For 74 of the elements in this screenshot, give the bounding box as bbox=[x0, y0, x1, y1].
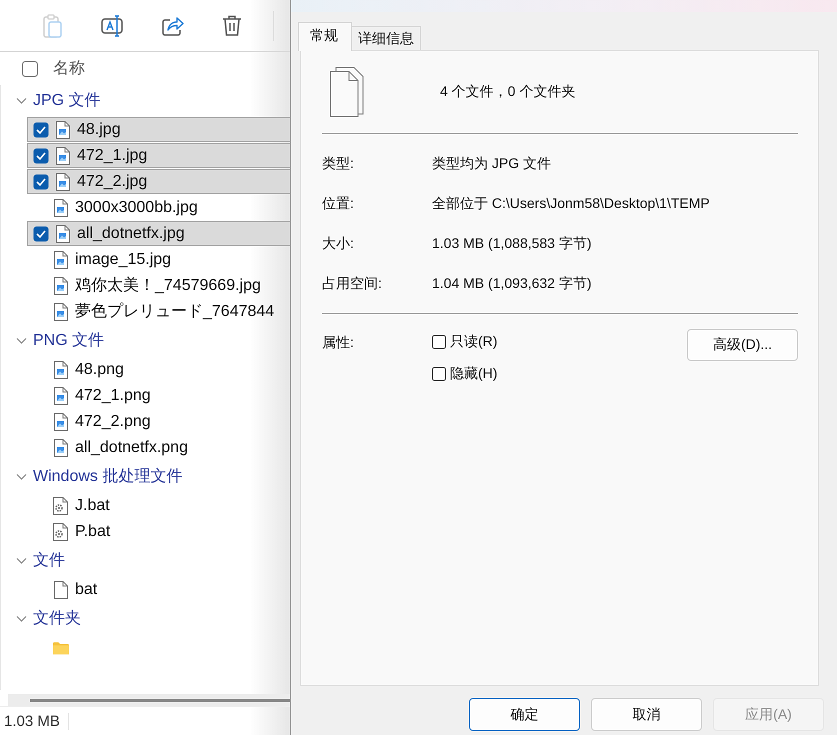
file-name[interactable]: 472_1.png bbox=[75, 386, 151, 404]
chevron-icon[interactable] bbox=[16, 472, 27, 480]
file-name[interactable]: 48.png bbox=[75, 360, 124, 378]
file-name[interactable]: 3000x3000bb.jpg bbox=[75, 198, 198, 216]
checkbox[interactable] bbox=[33, 122, 49, 138]
image-file-icon bbox=[56, 172, 70, 190]
selected-file-row[interactable]: 48.jpg bbox=[27, 117, 290, 142]
file-name[interactable]: image_15.jpg bbox=[75, 250, 172, 268]
selection-summary: 4 个文件，0 个文件夹 bbox=[440, 83, 576, 101]
property-value: 类型均为 JPG 文件 bbox=[432, 154, 552, 173]
dialog-button[interactable]: 取消 bbox=[591, 698, 702, 731]
checkbox-box-icon bbox=[432, 335, 446, 349]
file-name[interactable]: 472_2.jpg bbox=[77, 172, 148, 190]
checkbox[interactable] bbox=[33, 174, 49, 190]
checkbox[interactable] bbox=[33, 148, 49, 164]
selected-file-row[interactable]: all_dotnetfx.jpg bbox=[27, 221, 290, 246]
select-all-checkbox[interactable] bbox=[22, 60, 38, 76]
file-name[interactable]: bat bbox=[75, 580, 98, 598]
dialog-button[interactable]: 确定 bbox=[469, 698, 580, 731]
batch-file-icon bbox=[53, 522, 69, 540]
file-name[interactable]: 夢色プレリュード_7647844 bbox=[75, 301, 274, 322]
tab[interactable]: 常规 bbox=[298, 22, 352, 51]
folder-icon bbox=[53, 640, 69, 654]
tab[interactable]: 详细信息 bbox=[351, 26, 421, 50]
group-header[interactable]: Windows 批处理文件 bbox=[33, 466, 182, 487]
image-file-icon bbox=[56, 146, 70, 164]
batch-file-icon bbox=[53, 496, 69, 514]
property-value: 1.03 MB (1,088,583 字节) bbox=[432, 234, 593, 253]
file-name[interactable]: 472_2.png bbox=[75, 412, 151, 430]
property-label: 占用空间: bbox=[322, 274, 383, 293]
property-label: 位置: bbox=[322, 194, 355, 213]
attributes-label: 属性: bbox=[322, 333, 355, 352]
property-value: 1.04 MB (1,093,632 字节) bbox=[432, 274, 593, 293]
property-label: 类型: bbox=[322, 154, 355, 173]
column-header[interactable]: 名称 bbox=[53, 58, 85, 79]
chevron-icon[interactable] bbox=[16, 614, 27, 622]
image-file-icon bbox=[54, 198, 68, 216]
scrollbar-thumb[interactable] bbox=[30, 698, 290, 702]
file-name[interactable]: all_dotnetfx.png bbox=[75, 438, 188, 456]
advanced-button[interactable]: 高级(D)... bbox=[687, 329, 798, 361]
image-file-icon bbox=[54, 412, 68, 430]
files-icon bbox=[330, 67, 364, 117]
status-text: 1.03 MB bbox=[4, 712, 69, 730]
image-file-icon bbox=[54, 438, 68, 456]
checkbox-box-icon bbox=[432, 367, 446, 381]
image-file-icon bbox=[54, 302, 68, 320]
selected-file-row[interactable]: 472_1.jpg bbox=[27, 143, 290, 168]
property-label: 大小: bbox=[322, 234, 355, 253]
file-name[interactable]: 鸡你太美！_74579669.jpg bbox=[75, 275, 261, 296]
chevron-icon[interactable] bbox=[16, 556, 27, 564]
file-icon bbox=[54, 580, 68, 598]
property-value: 全部位于 C:\Users\Jonm58\Desktop\1\TEMP bbox=[432, 194, 711, 213]
group-header[interactable]: 文件 bbox=[33, 550, 65, 571]
file-name[interactable]: P.bat bbox=[75, 522, 110, 540]
group-header[interactable]: JPG 文件 bbox=[33, 90, 101, 111]
selected-file-row[interactable]: 472_2.jpg bbox=[27, 169, 290, 194]
checkbox[interactable]: 只读(R) bbox=[432, 333, 687, 351]
file-name[interactable]: all_dotnetfx.jpg bbox=[77, 224, 185, 242]
group-header[interactable]: PNG 文件 bbox=[33, 330, 104, 351]
image-file-icon bbox=[54, 386, 68, 404]
image-file-icon bbox=[54, 276, 68, 294]
checkbox[interactable]: 隐藏(H) bbox=[432, 365, 687, 383]
image-file-icon bbox=[54, 360, 68, 378]
file-name[interactable]: 48.jpg bbox=[77, 120, 121, 138]
image-file-icon bbox=[56, 120, 70, 138]
image-file-icon bbox=[56, 224, 70, 242]
rename-icon bbox=[100, 12, 124, 38]
image-file-icon bbox=[54, 250, 68, 268]
group-header[interactable]: 文件夹 bbox=[33, 608, 81, 629]
chevron-icon[interactable] bbox=[16, 336, 27, 344]
chevron-icon[interactable] bbox=[16, 96, 27, 104]
file-name[interactable]: J.bat bbox=[75, 496, 110, 514]
checkbox[interactable] bbox=[33, 226, 49, 242]
file-name[interactable]: 472_1.jpg bbox=[77, 146, 148, 164]
